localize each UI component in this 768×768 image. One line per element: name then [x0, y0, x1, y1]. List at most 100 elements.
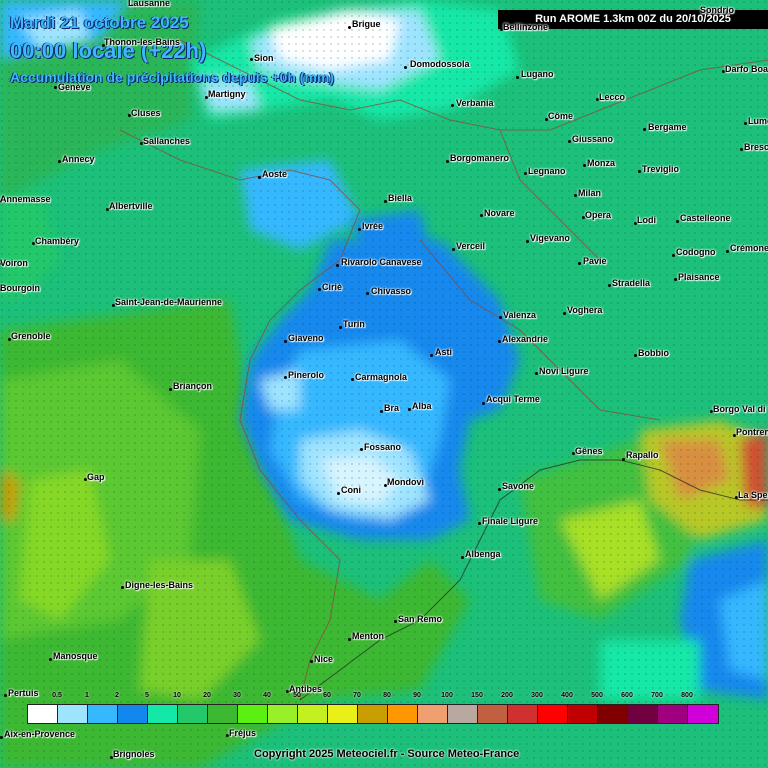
city-label-milan: Milan [578, 188, 602, 198]
city-marker-novare [480, 214, 483, 217]
city-label-bra: Bra [384, 403, 400, 413]
city-label-lecco: Lecco [599, 92, 626, 102]
city-label-verceil: Verceil [456, 241, 486, 251]
legend-swatch [628, 705, 658, 723]
city-marker-turin [339, 326, 342, 329]
city-marker-brescia [740, 148, 743, 151]
city-label-valenza: Valenza [503, 310, 537, 320]
city-label-lugano: Lugano [521, 69, 554, 79]
city-marker-briancon [169, 388, 172, 391]
legend-label: 400 [561, 692, 573, 699]
city-marker-albenga [461, 556, 464, 559]
city-label-opera: Opera [585, 210, 612, 220]
city-label-aoste: Aoste [262, 169, 288, 179]
legend-label: 5 [145, 692, 149, 699]
city-marker-aoste [258, 176, 261, 179]
city-label-ivree: Ivrée [362, 221, 384, 231]
legend-label: 2 [115, 692, 119, 699]
city-marker-valenza [499, 316, 502, 319]
city-label-lumezzane: Lumezzane [748, 116, 768, 126]
city-marker-asti [430, 354, 433, 357]
city-label-frejus: Fréjus [229, 728, 257, 738]
city-marker-alba [408, 408, 411, 411]
city-marker-stradella [608, 284, 611, 287]
legend-label: 0.5 [52, 692, 62, 699]
city-label-acqui-terme: Acqui Terme [486, 394, 540, 404]
city-marker-aix-en-provence [0, 736, 3, 739]
city-marker-novi-ligure [535, 372, 538, 375]
legend-swatch [88, 705, 118, 723]
city-marker-cirie [318, 288, 321, 291]
city-label-genes: Gênes [575, 446, 603, 456]
city-marker-ivree [358, 228, 361, 231]
city-marker-lumezzane [744, 122, 747, 125]
city-marker-bra [380, 410, 383, 413]
city-label-giussano: Giussano [572, 134, 614, 144]
city-marker-annecy [58, 160, 61, 163]
city-label-giaveno: Giaveno [288, 333, 324, 343]
legend-label: 30 [233, 692, 241, 699]
legend-swatch [538, 705, 568, 723]
city-marker-milan [574, 194, 577, 197]
city-label-turin: Turin [343, 319, 365, 329]
city-marker-finale-ligure [478, 522, 481, 525]
legend-swatch [58, 705, 88, 723]
city-label-albenga: Albenga [465, 549, 501, 559]
city-marker-alexandrie [498, 340, 501, 343]
city-label-borgo-val-di-taro: Borgo Val di Taro [713, 404, 768, 414]
legend-label: 10 [173, 692, 181, 699]
city-marker-sion [250, 58, 253, 61]
city-label-voghera: Voghera [567, 305, 603, 315]
city-label-pavie: Pavie [583, 256, 607, 266]
city-label-carmagnola: Carmagnola [355, 372, 408, 382]
city-marker-domodossola [404, 66, 407, 69]
city-label-chivasso: Chivasso [371, 286, 412, 296]
city-marker-biella [384, 200, 387, 203]
map-background [0, 0, 768, 768]
precipitation-map: Mardi 21 octobre 2025 00:00 locale (+22h… [0, 0, 768, 768]
city-label-novi-ligure: Novi Ligure [539, 366, 589, 376]
legend-label: 60 [323, 692, 331, 699]
legend-swatch [208, 705, 238, 723]
city-marker-fossano [360, 448, 363, 451]
city-label-vigevano: Vigevano [530, 233, 570, 243]
legend-swatch [298, 705, 328, 723]
city-marker-verceil [452, 248, 455, 251]
city-label-cluses: Cluses [131, 108, 161, 118]
city-label-alba: Alba [412, 401, 432, 411]
city-label-bergame: Bergame [648, 122, 687, 132]
city-marker-coni [337, 492, 340, 495]
city-label-saint-jean-de-maurienne: Saint-Jean-de-Maurienne [115, 297, 223, 307]
legend-swatch [118, 705, 148, 723]
city-label-monza: Monza [587, 158, 615, 168]
city-label-pontremoli: Pontremoli [736, 427, 768, 437]
city-marker-savone [498, 488, 501, 491]
legend-label: 150 [471, 692, 483, 699]
city-marker-voghera [563, 312, 566, 315]
city-marker-vigevano [526, 240, 529, 243]
city-label-mondovi: Mondovì [387, 477, 424, 487]
legend-swatch [508, 705, 538, 723]
city-label-bobbio: Bobbio [638, 348, 669, 358]
legend-label: 40 [263, 692, 271, 699]
city-label-pertuis: Pertuis [8, 688, 39, 698]
city-label-rapallo: Rapallo [626, 450, 659, 460]
city-marker-codogno [672, 254, 675, 257]
legend-label: 50 [293, 692, 301, 699]
legend-swatch [358, 705, 388, 723]
city-label-brescia: Brescia [744, 142, 768, 152]
city-label-bourgoin: Bourgoin [0, 283, 40, 293]
precipitation-legend [27, 704, 719, 724]
city-label-annemasse: Annemasse [0, 194, 51, 204]
city-marker-lugano [516, 76, 519, 79]
city-marker-pertuis [4, 694, 7, 697]
city-marker-monza [583, 164, 586, 167]
city-label-albertville: Albertville [109, 201, 153, 211]
city-label-sallanches: Sallanches [143, 136, 191, 146]
city-marker-legnano [524, 172, 527, 175]
city-label-finale-ligure: Finale Ligure [482, 516, 539, 526]
legend-label: 800 [681, 692, 693, 699]
city-label-pinerolo: Pinerolo [288, 370, 325, 380]
city-marker-bergame [643, 128, 646, 131]
city-marker-bobbio [634, 354, 637, 357]
